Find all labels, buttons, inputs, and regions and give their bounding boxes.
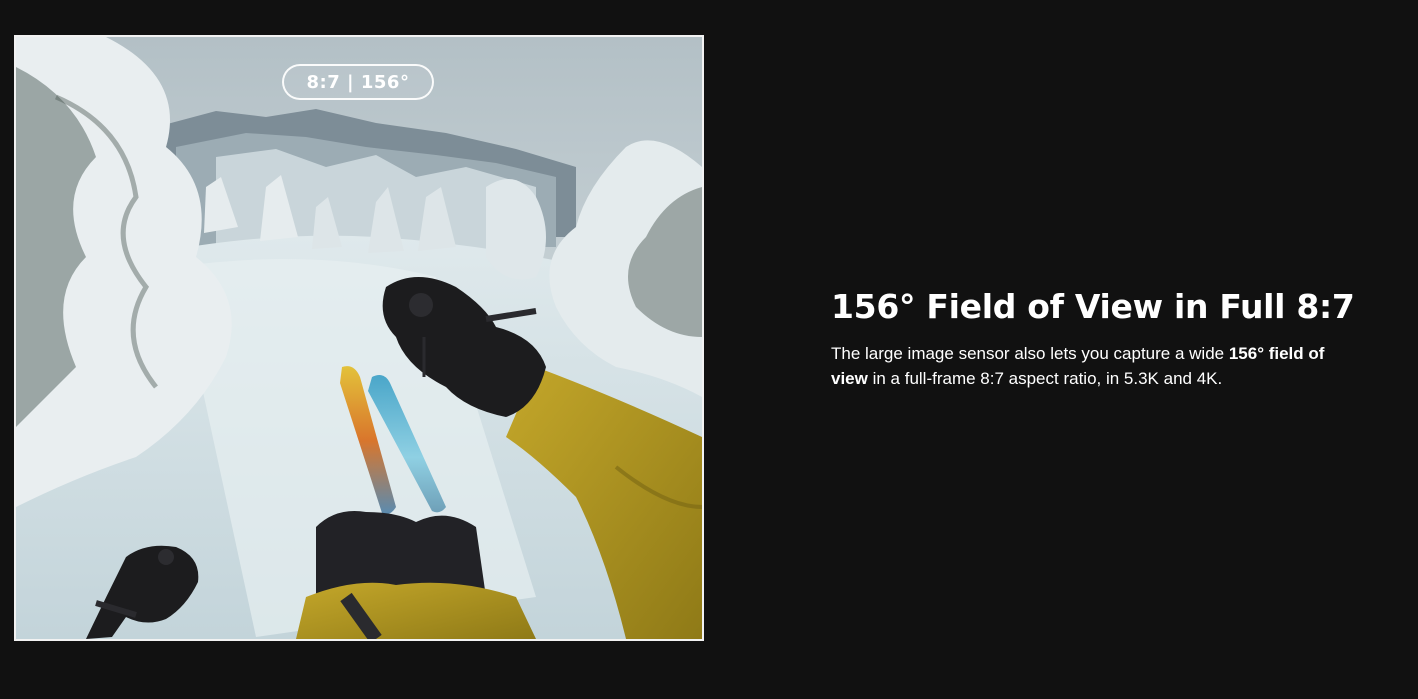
feature-copy: 156° Field of View in Full 8:7 The large… <box>831 286 1371 391</box>
feature-description: The large image sensor also lets you cap… <box>831 341 1361 391</box>
skiing-pov-photo <box>16 37 702 639</box>
feature-section: 8:7 | 156° 156° Field of View in Full 8:… <box>0 0 1418 699</box>
description-text-end: in a full-frame 8:7 aspect ratio, in 5.3… <box>867 369 1223 388</box>
description-text-start: The large image sensor also lets you cap… <box>831 344 1229 363</box>
aspect-ratio-badge: 8:7 | 156° <box>282 64 434 100</box>
feature-headline: 156° Field of View in Full 8:7 <box>831 287 1355 326</box>
product-photo-frame: 8:7 | 156° <box>14 35 704 641</box>
